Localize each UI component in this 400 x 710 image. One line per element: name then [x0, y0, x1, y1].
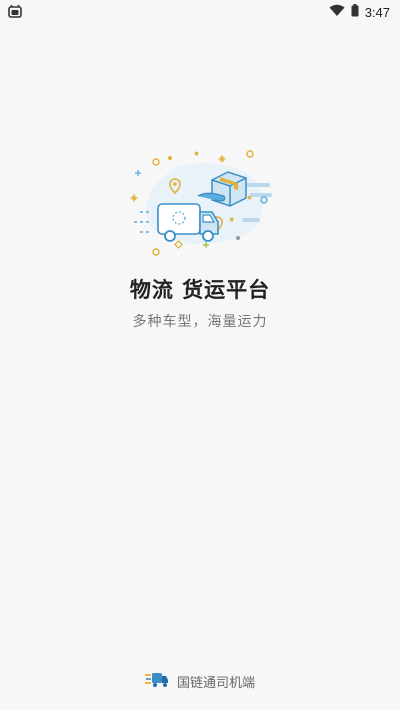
status-right: 3:47 [329, 4, 390, 20]
footer-brand: 国链通司机端 [0, 670, 400, 692]
delivery-truck-illustration [120, 140, 280, 260]
status-bar: 3:47 [0, 0, 400, 24]
android-icon [8, 4, 22, 21]
status-time: 3:47 [364, 4, 390, 20]
subheadline: 多种车型，海量运力 [132, 314, 268, 330]
headline: 物流 货运平台 [129, 278, 271, 302]
fast-truck-logo-icon [144, 670, 169, 692]
wifi-icon [329, 4, 345, 20]
footer-app-name: 国链通司机端 [176, 675, 255, 691]
battery-icon [351, 4, 359, 20]
